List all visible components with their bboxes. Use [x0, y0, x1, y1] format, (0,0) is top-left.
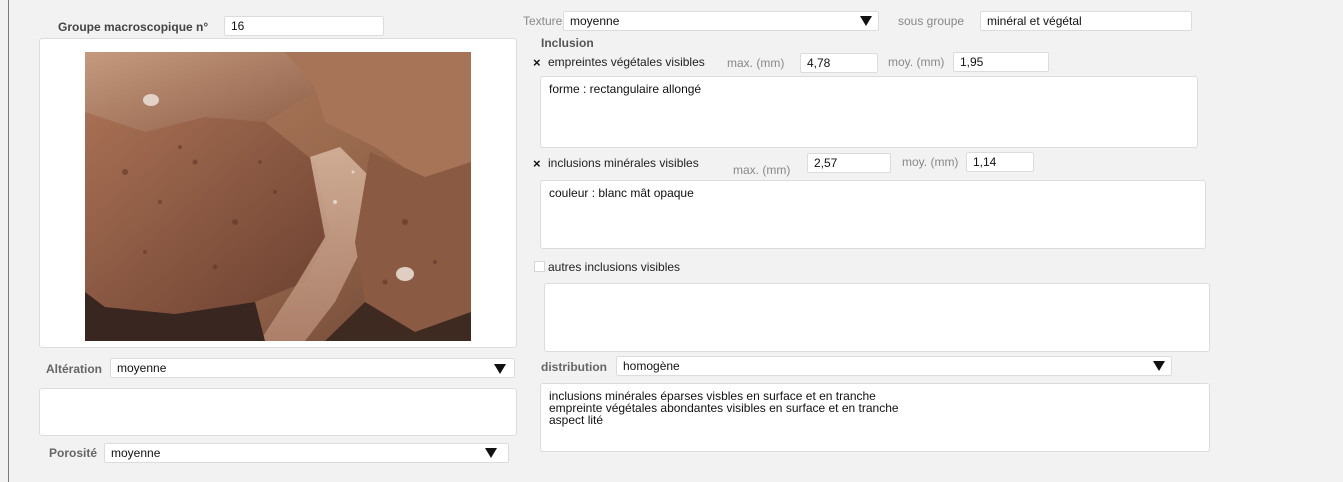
vegetales-max-field[interactable]: 4,78	[800, 53, 878, 73]
minerales-moy-field[interactable]: 1,14	[966, 152, 1034, 172]
sample-photo	[85, 52, 471, 341]
texture-label: Texture	[523, 14, 563, 28]
groupe-label: Groupe macroscopique n°	[58, 20, 209, 34]
autres-notes[interactable]	[544, 283, 1210, 352]
vegetales-checkbox[interactable]: ×	[533, 56, 541, 70]
sous-groupe-field[interactable]: minéral et végétal	[980, 11, 1192, 31]
porosite-select[interactable]: moyenne	[104, 443, 509, 463]
alteration-dropdown-icon[interactable]	[494, 364, 506, 374]
distribution-label: distribution	[541, 360, 607, 374]
alteration-notes-area[interactable]	[39, 388, 517, 436]
texture-dropdown-icon[interactable]	[860, 16, 872, 26]
distribution-notes[interactable]: inclusions minérales éparses visbles en …	[540, 383, 1210, 452]
vegetales-label: empreintes végétales visibles	[548, 55, 705, 69]
texture-select[interactable]: moyenne	[563, 11, 879, 31]
minerales-notes[interactable]: couleur : blanc mât opaque	[540, 180, 1206, 249]
minerales-label: inclusions minérales visibles	[548, 156, 699, 170]
minerales-checkbox[interactable]: ×	[533, 157, 541, 171]
sous-groupe-label: sous groupe	[898, 14, 965, 28]
distribution-select[interactable]: homogène	[616, 356, 1172, 376]
porosite-label: Porosité	[49, 446, 98, 460]
alteration-label: Altération	[46, 362, 103, 376]
alteration-select[interactable]: moyenne	[110, 358, 515, 378]
porosite-dropdown-icon[interactable]	[485, 448, 497, 458]
minerales-moy-label: moy. (mm)	[902, 155, 959, 169]
autres-label: autres inclusions visibles	[548, 260, 681, 274]
vegetales-moy-field[interactable]: 1,95	[953, 52, 1049, 72]
window-left-border	[8, 0, 9, 482]
minerales-max-field[interactable]: 2,57	[807, 153, 891, 173]
autres-checkbox[interactable]	[534, 261, 545, 272]
inclusion-heading: Inclusion	[541, 36, 594, 50]
groupe-number-field[interactable]: 16	[224, 16, 384, 36]
vegetales-moy-label: moy. (mm)	[888, 55, 945, 69]
distribution-dropdown-icon[interactable]	[1153, 361, 1165, 371]
minerales-max-label: max. (mm)	[733, 163, 791, 177]
vegetales-max-label: max. (mm)	[727, 56, 785, 70]
vegetales-notes[interactable]: forme : rectangulaire allongé	[540, 76, 1198, 148]
